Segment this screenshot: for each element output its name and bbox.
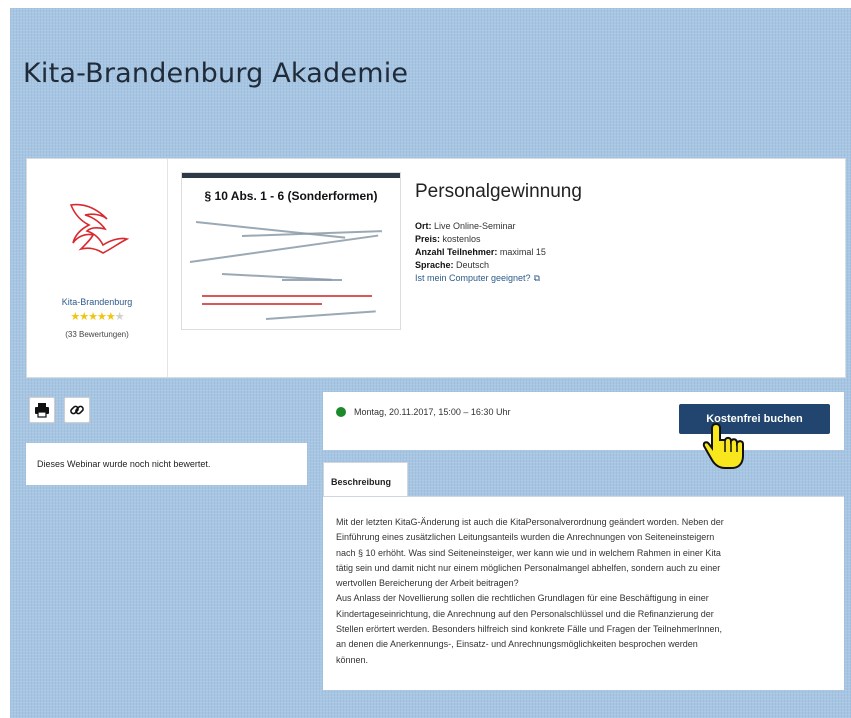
thumbnail-title: § 10 Abs. 1 - 6 (Sonderformen) [204, 189, 378, 203]
schedule-panel: Montag, 20.11.2017, 15:00 – 16:30 Uhr Ko… [323, 392, 844, 450]
star-icon: ★ [105, 311, 116, 323]
description-line: Aus Anlass der Novellierung sollen die r… [336, 593, 709, 604]
page-title: Kita-Brandenburg Akademie [23, 58, 409, 89]
star-empty-icon: ★ [114, 311, 125, 323]
description-line: Einführung eines zusätzlichen Leitungsan… [336, 532, 715, 543]
thumbnail-text-line [189, 234, 379, 263]
rating-panel: Dieses Webinar wurde noch nicht bewertet… [26, 443, 307, 485]
seminar-thumbnail: § 10 Abs. 1 - 6 (Sonderformen) [181, 172, 401, 330]
schedule-date: Montag, 20.11.2017, 15:00 – 16:30 Uhr [354, 407, 511, 417]
description-panel: Mit der letzten KitaG-Änderung ist auch … [323, 496, 844, 690]
detail-teilnehmer: Anzahl Teilnehmer: maximal 15 [415, 247, 546, 257]
star-icon: ★ [70, 311, 80, 323]
print-button[interactable] [29, 397, 55, 423]
detail-ort: Ort: Live Online-Seminar [415, 221, 516, 231]
star-icon: ★ [79, 311, 89, 323]
star-icon: ★ [97, 311, 107, 323]
detail-preis: Preis: kostenlos [415, 234, 481, 244]
thumbnail-text-line [265, 310, 376, 320]
star-icon: ★ [88, 311, 98, 323]
seminar-card: Kita-Brandenburg ★★★★★★ (33 Bewertungen)… [26, 158, 846, 378]
rating-stars: ★★★★★★ [27, 310, 167, 323]
tab-beschreibung[interactable]: Beschreibung [323, 462, 408, 497]
thumbnail-text-line [195, 221, 346, 239]
link-icon [70, 405, 84, 415]
description-line: wertvollen Bereicherung der Arbeit beitr… [336, 578, 519, 589]
thumbnail-highlight-line [202, 303, 322, 305]
detail-sprache: Sprache: Deutsch [415, 260, 490, 270]
seminar-title: Personalgewinnung [415, 181, 582, 202]
description-line: nach § 10 erhöht. Was sind Seiteneinstei… [336, 547, 721, 558]
description-line: an denen die Anerkennungs-, Einsatz- und… [336, 639, 698, 650]
external-link-icon: ⧉ [533, 273, 541, 283]
copy-link-button[interactable] [64, 397, 90, 423]
description-text: Mit der letzten KitaG-Änderung ist auch … [336, 515, 836, 668]
computer-check-link[interactable]: Ist mein Computer geeignet? ⧉ [415, 273, 540, 284]
thumbnail-text-line [282, 279, 342, 281]
bird-logo-icon[interactable] [63, 197, 133, 257]
provider-panel: Kita-Brandenburg ★★★★★★ (33 Bewertungen) [27, 159, 168, 377]
status-dot-icon [336, 407, 346, 417]
thumbnail-highlight-line [202, 295, 372, 297]
description-line: können. [336, 654, 369, 665]
rating-panel-text: Dieses Webinar wurde noch nicht bewertet… [37, 459, 211, 469]
description-line: Mit der letzten KitaG-Änderung ist auch … [336, 517, 724, 527]
provider-name-link[interactable]: Kita-Brandenburg [27, 297, 167, 307]
thumbnail-header-bar [182, 173, 400, 178]
description-line: Kindertageseinrichtung, die Anrechnung a… [336, 608, 714, 619]
description-line: Stellen erörtert werden. Besonders hilfr… [336, 624, 723, 635]
printer-icon [35, 403, 49, 418]
rating-count: (33 Bewertungen) [65, 330, 129, 339]
description-line: tätig sein und damit nicht nur einem mög… [336, 562, 721, 573]
hand-pointer-icon [702, 422, 744, 469]
